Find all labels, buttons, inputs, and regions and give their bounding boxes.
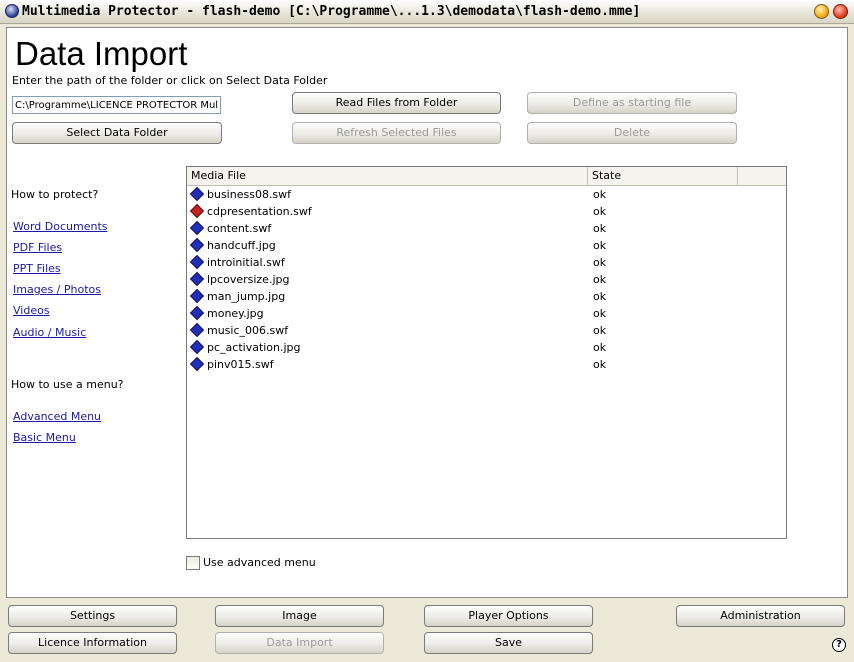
- file-state: ok: [593, 188, 607, 201]
- blue-file-icon: [189, 339, 205, 355]
- how-to-use-menu-heading: How to use a menu?: [11, 378, 124, 391]
- refresh-selected-files-button[interactable]: Refresh Selected Files: [292, 122, 501, 144]
- read-files-button[interactable]: Read Files from Folder: [292, 92, 501, 114]
- link-ppt-files[interactable]: PPT Files: [13, 262, 61, 275]
- link-word-documents[interactable]: Word Documents: [13, 220, 108, 233]
- file-name: handcuff.jpg: [207, 239, 276, 252]
- minimize-button[interactable]: [814, 4, 829, 19]
- file-name: pinv015.swf: [207, 358, 274, 371]
- file-state: ok: [593, 324, 607, 337]
- file-name: business08.swf: [207, 188, 292, 201]
- licence-information-button[interactable]: Licence Information: [8, 632, 177, 654]
- player-options-button[interactable]: Player Options: [424, 605, 593, 627]
- list-item[interactable]: pc_activation.jpg ok: [187, 339, 786, 357]
- file-state: ok: [593, 239, 607, 252]
- link-basic-menu[interactable]: Basic Menu: [13, 431, 76, 444]
- select-data-folder-button[interactable]: Select Data Folder: [12, 122, 222, 144]
- column-header-media-file[interactable]: Media File: [187, 167, 588, 185]
- list-item[interactable]: money.jpg ok: [187, 305, 786, 323]
- file-state: ok: [593, 307, 607, 320]
- list-item[interactable]: pinv015.swf ok: [187, 356, 786, 374]
- file-name: man_jump.jpg: [207, 290, 286, 303]
- close-button[interactable]: [833, 4, 848, 19]
- file-state: ok: [593, 290, 607, 303]
- list-header: Media File State: [187, 167, 786, 186]
- how-to-protect-heading: How to protect?: [11, 188, 99, 201]
- file-state: ok: [593, 341, 607, 354]
- column-header-state[interactable]: State: [588, 167, 738, 185]
- blue-file-icon: [189, 186, 205, 202]
- file-state: ok: [593, 222, 607, 235]
- advanced-menu-checkbox[interactable]: [186, 556, 200, 570]
- page-title: Data Import: [15, 35, 188, 72]
- file-name: cdpresentation.swf: [207, 205, 312, 218]
- file-name: pc_activation.jpg: [207, 341, 301, 354]
- list-item[interactable]: lpcoversize.jpg ok: [187, 271, 786, 289]
- link-advanced-menu[interactable]: Advanced Menu: [13, 410, 101, 423]
- list-item[interactable]: content.swf ok: [187, 220, 786, 238]
- column-header-filler: [738, 167, 786, 185]
- instruction-text: Enter the path of the folder or click on…: [12, 74, 328, 87]
- delete-button[interactable]: Delete: [527, 122, 737, 144]
- file-state: ok: [593, 358, 607, 371]
- file-name: introinitial.swf: [207, 256, 285, 269]
- window-title: Multimedia Protector - flash-demo [C:\Pr…: [22, 4, 641, 19]
- blue-file-icon: [189, 356, 205, 372]
- administration-button[interactable]: Administration: [676, 605, 845, 627]
- folder-path-input[interactable]: [12, 96, 221, 114]
- save-button[interactable]: Save: [424, 632, 593, 654]
- file-name: money.jpg: [207, 307, 264, 320]
- blue-file-icon: [189, 271, 205, 287]
- blue-file-icon: [189, 322, 205, 338]
- file-state: ok: [593, 273, 607, 286]
- define-starting-file-button[interactable]: Define as starting file: [527, 92, 737, 114]
- blue-file-icon: [189, 305, 205, 321]
- data-import-button[interactable]: Data Import: [215, 632, 384, 654]
- red-file-icon: [189, 203, 205, 219]
- list-item[interactable]: business08.swf ok: [187, 186, 786, 204]
- blue-file-icon: [189, 220, 205, 236]
- image-button[interactable]: Image: [215, 605, 384, 627]
- file-state: ok: [593, 256, 607, 269]
- file-name: lpcoversize.jpg: [207, 273, 290, 286]
- blue-file-icon: [189, 237, 205, 253]
- settings-button[interactable]: Settings: [8, 605, 177, 627]
- list-item[interactable]: handcuff.jpg ok: [187, 237, 786, 255]
- blue-file-icon: [189, 254, 205, 270]
- list-item[interactable]: cdpresentation.swf ok: [187, 203, 786, 221]
- title-bar: Multimedia Protector - flash-demo [C:\Pr…: [0, 0, 854, 24]
- link-pdf-files[interactable]: PDF Files: [13, 241, 62, 254]
- link-images-photos[interactable]: Images / Photos: [13, 283, 101, 296]
- media-file-list[interactable]: Media File State business08.swf ok cdpre…: [186, 166, 787, 539]
- advanced-menu-label: Use advanced menu: [203, 556, 316, 569]
- list-item[interactable]: introinitial.swf ok: [187, 254, 786, 272]
- help-icon[interactable]: ?: [832, 638, 846, 652]
- list-item[interactable]: music_006.swf ok: [187, 322, 786, 340]
- file-name: music_006.swf: [207, 324, 289, 337]
- app-icon: [5, 4, 19, 18]
- list-item[interactable]: man_jump.jpg ok: [187, 288, 786, 306]
- blue-file-icon: [189, 288, 205, 304]
- link-audio-music[interactable]: Audio / Music: [13, 326, 86, 339]
- link-videos[interactable]: Videos: [13, 304, 50, 317]
- file-state: ok: [593, 205, 607, 218]
- file-name: content.swf: [207, 222, 272, 235]
